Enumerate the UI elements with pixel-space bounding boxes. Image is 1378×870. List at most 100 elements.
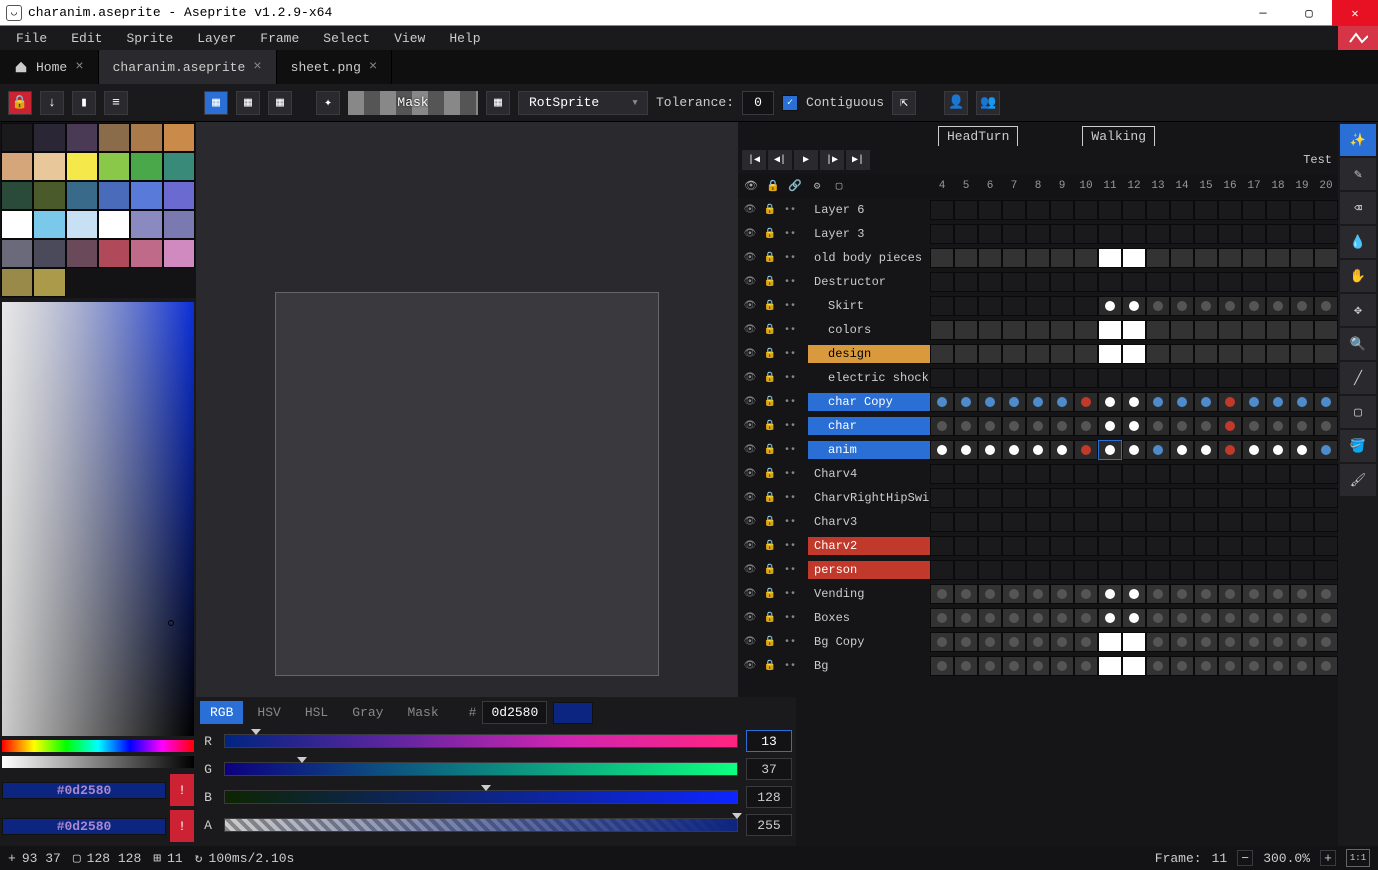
lock-icon[interactable]: 🔒 [762,394,778,410]
timeline-cel[interactable] [1194,224,1218,244]
timeline-cel[interactable] [978,224,1002,244]
timeline-cel[interactable] [1026,464,1050,484]
timeline-cel[interactable] [1002,368,1026,388]
timeline-cel[interactable] [1074,440,1098,460]
green-slider[interactable] [224,762,738,776]
alpha-value-field[interactable]: 255 [746,814,792,836]
timeline-cel[interactable] [954,584,978,604]
timeline-cel[interactable] [1026,248,1050,268]
timeline-cel[interactable] [1242,296,1266,316]
timeline-cel[interactable] [1122,320,1146,340]
palette-swatch[interactable] [1,123,33,152]
timeline-cel[interactable] [1074,656,1098,676]
menu-edit[interactable]: Edit [59,31,114,46]
timeline-cel[interactable] [1146,392,1170,412]
link-icon[interactable]: •• [782,634,798,650]
timeline-cel[interactable] [1122,272,1146,292]
timeline-cel[interactable] [930,488,954,508]
visibility-icon[interactable]: 👁 [742,370,758,386]
timeline-cel[interactable] [930,224,954,244]
palette-swatch[interactable] [66,123,98,152]
menu-frame[interactable]: Frame [248,31,311,46]
timeline-cel[interactable] [1002,512,1026,532]
bucket-tool-icon[interactable]: 🪣 [1340,430,1376,462]
timeline-cel[interactable] [1074,512,1098,532]
timeline-cel[interactable] [1170,536,1194,556]
timeline-cel[interactable] [1194,512,1218,532]
timeline-cel[interactable] [1266,296,1290,316]
timeline-cel[interactable] [930,584,954,604]
timeline-cel[interactable] [1074,464,1098,484]
timeline-cel[interactable] [1074,560,1098,580]
red-slider[interactable] [224,734,738,748]
timeline-cel[interactable] [1218,416,1242,436]
wand-tool-icon[interactable]: ✨ [1340,124,1376,156]
timeline-cel[interactable] [1122,464,1146,484]
timeline-cel[interactable] [1098,536,1122,556]
timeline-cel[interactable] [1266,584,1290,604]
timeline-cel[interactable] [1314,344,1338,364]
timeline-cel[interactable] [1122,512,1146,532]
palette-swatch[interactable] [130,210,162,239]
timeline-cel[interactable] [1290,224,1314,244]
lock-icon[interactable]: 🔒 [8,91,32,115]
link-icon[interactable]: •• [782,586,798,602]
timeline-cel[interactable] [930,200,954,220]
lock-icon[interactable]: 🔒 [762,658,778,674]
timeline-cel[interactable] [1194,368,1218,388]
layer-name[interactable]: anim [808,441,930,459]
palette-swatch[interactable] [66,181,98,210]
timeline-cel[interactable] [1146,224,1170,244]
frame-number[interactable]: 20 [1314,180,1338,192]
timeline-cel[interactable] [1002,440,1026,460]
timeline-cel[interactable] [930,272,954,292]
timeline-cel[interactable] [1170,440,1194,460]
timeline-cel[interactable] [978,536,1002,556]
timeline-cel[interactable] [1266,416,1290,436]
rect-tool-icon[interactable]: ▢ [1340,396,1376,428]
layer-row[interactable]: 👁🔒••Layer 3 [738,222,1338,246]
lock-icon[interactable]: 🔒 [762,610,778,626]
timeline-cel[interactable] [1290,392,1314,412]
timeline-cel[interactable] [1194,560,1218,580]
layer-name[interactable]: Layer 3 [808,225,930,243]
green-value-field[interactable]: 37 [746,758,792,780]
timeline-cel[interactable] [1026,416,1050,436]
timeline-cel[interactable] [978,200,1002,220]
timeline-cel[interactable] [1242,512,1266,532]
timeline-cel[interactable] [1314,560,1338,580]
red-value-field[interactable]: 13 [746,730,792,752]
timeline-cel[interactable] [1170,200,1194,220]
timeline-cel[interactable] [1266,488,1290,508]
visibility-icon[interactable]: 👁 [742,538,758,554]
timeline-cel[interactable] [1098,344,1122,364]
palette-swatch[interactable] [66,239,98,268]
layer-name[interactable]: design [808,345,930,363]
palette-swatch[interactable] [33,210,65,239]
link-icon[interactable]: •• [782,322,798,338]
contiguous-checkbox[interactable]: ✓ [782,95,798,111]
timeline-cel[interactable] [1122,344,1146,364]
timeline-cel[interactable] [1074,368,1098,388]
timeline-cel[interactable] [1290,416,1314,436]
timeline-cel[interactable] [1026,368,1050,388]
tab-close-icon[interactable]: × [369,59,377,75]
frame-number[interactable]: 18 [1266,180,1290,192]
timeline-cel[interactable] [1290,488,1314,508]
timeline-cel[interactable] [1098,488,1122,508]
timeline-cel[interactable] [1122,200,1146,220]
timeline-cel[interactable] [1050,584,1074,604]
palette-swatch[interactable] [1,181,33,210]
palette-swatch[interactable] [130,152,162,181]
menu-select[interactable]: Select [311,31,382,46]
frame-number[interactable]: 10 [1074,180,1098,192]
timeline-cel[interactable] [954,272,978,292]
timeline-cel[interactable] [1218,224,1242,244]
tab-close-icon[interactable]: × [75,59,83,75]
menu-help[interactable]: Help [437,31,492,46]
frame-number[interactable]: 4 [930,180,954,192]
visibility-icon[interactable]: 👁 [742,490,758,506]
timeline-cel[interactable] [1122,392,1146,412]
timeline-cel[interactable] [1242,200,1266,220]
timeline-cel[interactable] [1314,632,1338,652]
